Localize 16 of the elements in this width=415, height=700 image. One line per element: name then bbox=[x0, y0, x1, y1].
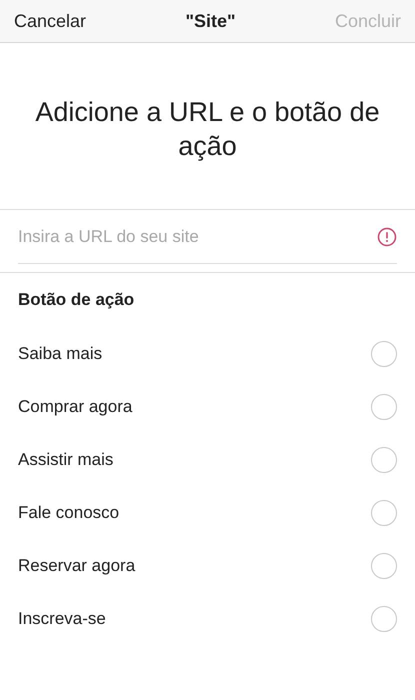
section-title: Botão de ação bbox=[17, 289, 136, 311]
heading: Adicione a URL e o botão de ação bbox=[34, 96, 381, 163]
radio-button[interactable] bbox=[371, 340, 397, 366]
option-label: Comprar agora bbox=[18, 396, 132, 416]
option-label: Saiba mais bbox=[18, 344, 102, 364]
radio-button[interactable] bbox=[371, 446, 397, 472]
option-label: Inscreva-se bbox=[18, 608, 106, 628]
radio-button[interactable] bbox=[371, 606, 397, 632]
option-label: Assistir mais bbox=[18, 450, 114, 470]
option-label: Fale conosco bbox=[18, 502, 120, 522]
option-label: Reservar agora bbox=[18, 556, 136, 576]
radio-button[interactable] bbox=[371, 552, 397, 578]
cancel-button[interactable]: Cancelar bbox=[14, 10, 86, 32]
radio-button[interactable] bbox=[371, 500, 397, 526]
radio-button[interactable] bbox=[371, 394, 397, 420]
screen-title: "Site" bbox=[185, 10, 236, 32]
